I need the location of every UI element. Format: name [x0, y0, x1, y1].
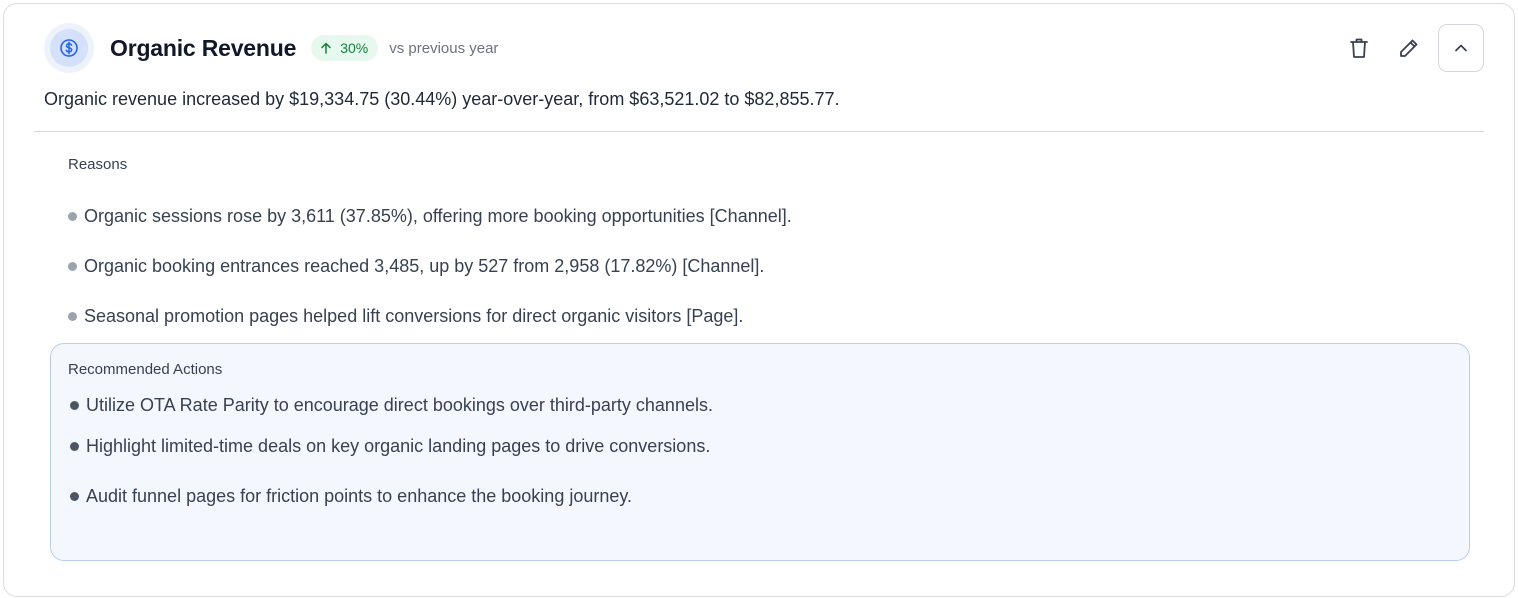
pencil-icon: [1400, 39, 1418, 57]
chevron-up-icon: [1455, 44, 1467, 52]
bullet-icon: [68, 311, 77, 321]
list-item: Utilize OTA Rate Parity to encourage dir…: [70, 389, 713, 421]
list-item: Organic sessions rose by 3,611 (37.85%),…: [68, 191, 1448, 241]
insight-header: Organic Revenue 30% vs previous year: [44, 20, 498, 76]
section-divider: [34, 131, 1484, 132]
card-actions: [1336, 24, 1484, 72]
reasons-label: Reasons: [68, 156, 128, 173]
bullet-icon: [70, 400, 79, 410]
bullet-icon: [70, 441, 79, 451]
change-value: 30%: [340, 40, 369, 56]
bullet-icon: [68, 211, 77, 221]
recommended-actions-list: Utilize OTA Rate Parity to encourage dir…: [70, 389, 713, 521]
delete-button[interactable]: [1336, 24, 1382, 72]
insight-summary: Organic revenue increased by $19,334.75 …: [44, 89, 840, 109]
arrow-up-icon: [321, 42, 331, 54]
recommended-actions-label: Recommended Actions: [68, 361, 223, 378]
insight-card: Organic Revenue 30% vs previous year Org…: [3, 3, 1515, 597]
trash-icon: [1350, 38, 1368, 58]
change-badge: 30%: [311, 35, 379, 61]
bullet-icon: [68, 261, 77, 271]
bullet-icon: [70, 491, 79, 501]
list-item: Seasonal promotion pages helped lift con…: [68, 291, 1448, 341]
reasons-list: Organic sessions rose by 3,611 (37.85%),…: [68, 191, 1448, 341]
list-item: Audit funnel pages for friction points t…: [70, 471, 713, 521]
comparison-label: vs previous year: [389, 39, 499, 57]
collapse-button[interactable]: [1438, 24, 1484, 72]
edit-button[interactable]: [1386, 24, 1432, 72]
list-item: Highlight limited-time deals on key orga…: [70, 421, 713, 471]
list-item: Organic booking entrances reached 3,485,…: [68, 241, 1448, 291]
metric-icon-badge: [44, 23, 94, 73]
reasons-section: Reasons Organic sessions rose by 3,611 (…: [68, 156, 1448, 341]
insight-title: Organic Revenue: [110, 34, 297, 61]
recommended-actions-panel: Recommended Actions Utilize OTA Rate Par…: [50, 343, 1470, 561]
dollar-icon: [60, 39, 78, 57]
